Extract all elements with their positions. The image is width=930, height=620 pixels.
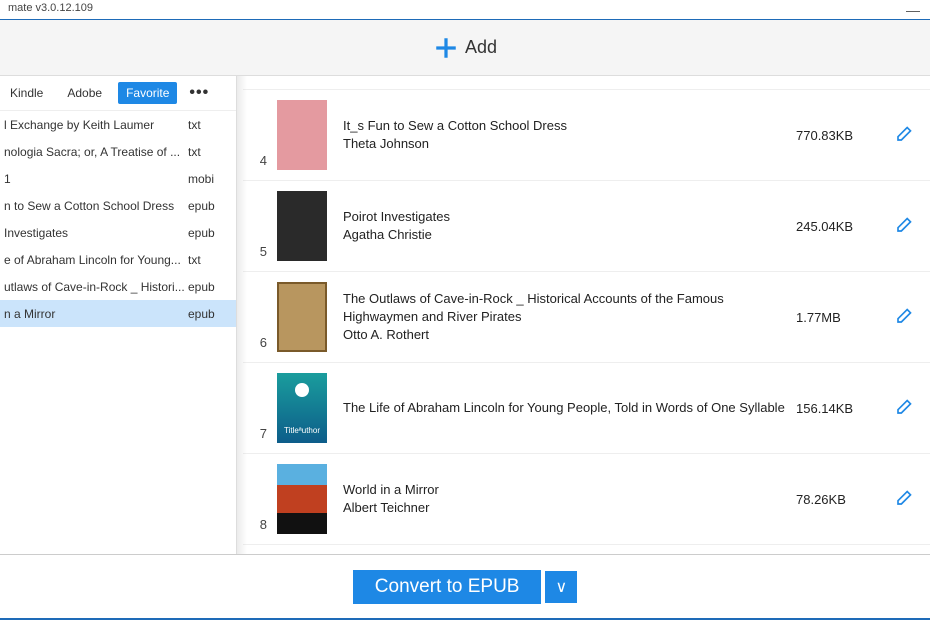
row-number: 6 xyxy=(243,335,267,352)
book-size: 770.83KB xyxy=(796,128,876,143)
book-title: The Outlaws of Cave-in-Rock _ Historical… xyxy=(343,290,786,326)
book-row[interactable]: 4 It_s Fun to Sew a Cotton School Dress … xyxy=(243,90,930,181)
book-author: Theta Johnson xyxy=(343,135,786,153)
book-size: 245.04KB xyxy=(796,219,876,234)
book-cover xyxy=(277,100,327,170)
book-info: The Life of Abraham Lincoln for Young Pe… xyxy=(343,399,796,417)
book-cover xyxy=(277,191,327,261)
toolbar: Add xyxy=(0,20,930,76)
book-info: World in a Mirror Albert Teichner xyxy=(343,481,796,517)
book-row-partial xyxy=(243,76,930,90)
sidebar-item[interactable]: 1mobi xyxy=(0,165,236,192)
sidebar-item[interactable]: e of Abraham Lincoln for Young...txt xyxy=(0,246,236,273)
footer: Convert to EPUB ∨ xyxy=(0,554,930,620)
source-tabs: Kindle Adobe Favorite ••• xyxy=(0,76,236,111)
convert-button[interactable]: Convert to EPUB xyxy=(353,570,542,604)
book-cover xyxy=(277,464,327,534)
sidebar-item[interactable]: nologia Sacra; or, A Treatise of ...txt xyxy=(0,138,236,165)
plus-icon xyxy=(433,35,459,61)
book-row[interactable]: 6 The Outlaws of Cave-in-Rock _ Historic… xyxy=(243,272,930,363)
sidebar-list: l Exchange by Keith Laumertxt nologia Sa… xyxy=(0,111,236,327)
tab-favorite[interactable]: Favorite xyxy=(118,82,177,104)
book-cover xyxy=(277,373,327,443)
book-title: It_s Fun to Sew a Cotton School Dress xyxy=(343,117,786,135)
book-author: Agatha Christie xyxy=(343,226,786,244)
book-info: The Outlaws of Cave-in-Rock _ Historical… xyxy=(343,290,796,345)
sidebar-item[interactable]: n a Mirrorepub xyxy=(0,300,236,327)
book-author: Albert Teichner xyxy=(343,499,786,517)
titlebar: mate v3.0.12.109 — xyxy=(0,0,930,20)
row-number: 7 xyxy=(243,426,267,443)
sidebar-item[interactable]: l Exchange by Keith Laumertxt xyxy=(0,111,236,138)
add-button[interactable]: Add xyxy=(433,35,497,61)
row-number: 5 xyxy=(243,244,267,261)
tab-adobe[interactable]: Adobe xyxy=(59,82,110,104)
sidebar-item[interactable]: Investigatesepub xyxy=(0,219,236,246)
book-cover xyxy=(277,282,327,352)
book-info: Poirot Investigates Agatha Christie xyxy=(343,208,796,244)
edit-icon[interactable] xyxy=(893,125,913,145)
book-title: World in a Mirror xyxy=(343,481,786,499)
convert-dropdown[interactable]: ∨ xyxy=(545,571,577,603)
book-row[interactable]: 7 The Life of Abraham Lincoln for Young … xyxy=(243,363,930,454)
book-row[interactable]: 8 World in a Mirror Albert Teichner 78.2… xyxy=(243,454,930,545)
book-title: The Life of Abraham Lincoln for Young Pe… xyxy=(343,399,786,417)
book-info: It_s Fun to Sew a Cotton School Dress Th… xyxy=(343,117,796,153)
book-size: 156.14KB xyxy=(796,401,876,416)
sidebar-item[interactable]: n to Sew a Cotton School Dressepub xyxy=(0,192,236,219)
book-size: 78.26KB xyxy=(796,492,876,507)
book-size: 1.77MB xyxy=(796,310,876,325)
main: Kindle Adobe Favorite ••• l Exchange by … xyxy=(0,76,930,554)
window-title: mate v3.0.12.109 xyxy=(8,2,93,14)
book-row[interactable]: 5 Poirot Investigates Agatha Christie 24… xyxy=(243,181,930,272)
minimize-button[interactable]: — xyxy=(906,2,920,18)
add-label: Add xyxy=(465,37,497,58)
edit-icon[interactable] xyxy=(893,489,913,509)
row-number: 8 xyxy=(243,517,267,534)
book-author: Otto A. Rothert xyxy=(343,326,786,344)
row-number: 4 xyxy=(243,153,267,170)
sidebar: Kindle Adobe Favorite ••• l Exchange by … xyxy=(0,76,237,554)
book-title: Poirot Investigates xyxy=(343,208,786,226)
more-icon[interactable]: ••• xyxy=(185,84,213,102)
book-list: 4 It_s Fun to Sew a Cotton School Dress … xyxy=(237,76,930,554)
edit-icon[interactable] xyxy=(893,398,913,418)
tab-kindle[interactable]: Kindle xyxy=(2,82,51,104)
edit-icon[interactable] xyxy=(893,307,913,327)
edit-icon[interactable] xyxy=(893,216,913,236)
sidebar-item[interactable]: utlaws of Cave-in-Rock _ Histori...epub xyxy=(0,273,236,300)
